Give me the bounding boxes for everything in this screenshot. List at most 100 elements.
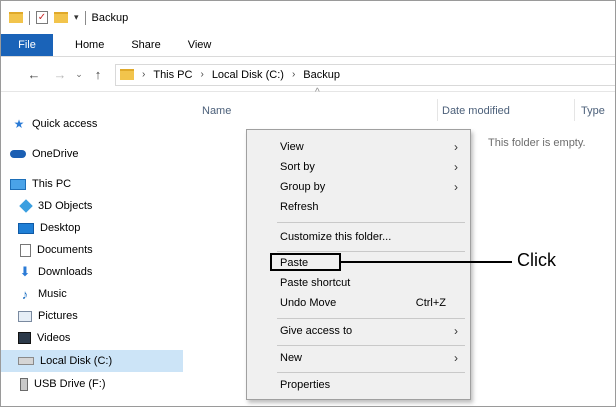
download-icon: ⬇ — [19, 264, 31, 279]
toolbar-divider — [29, 10, 30, 25]
menu-item-new[interactable]: New › — [247, 348, 470, 368]
menu-item-label: Group by — [280, 181, 326, 193]
sidebar-item-label: Quick access — [32, 118, 98, 130]
sidebar-item-label: Desktop — [40, 222, 81, 234]
sidebar-item-local-disk[interactable]: Local Disk (C:) — [1, 350, 183, 372]
menu-item-paste-shortcut[interactable]: Paste shortcut — [247, 273, 470, 293]
column-header-type[interactable]: Type — [581, 105, 605, 117]
sidebar-item-label: Pictures — [38, 310, 78, 322]
tab-view[interactable]: View — [176, 34, 227, 56]
sidebar-item-downloads[interactable]: ⬇ Downloads — [1, 261, 183, 283]
address-folder-icon — [120, 69, 134, 80]
cloud-icon — [10, 150, 26, 158]
breadcrumb-backup[interactable]: Backup — [303, 69, 340, 81]
breadcrumb-chevron-icon[interactable]: › — [142, 69, 145, 80]
new-folder-icon[interactable] — [54, 12, 68, 23]
sidebar-item-label: Local Disk (C:) — [40, 355, 113, 367]
breadcrumb-local-disk[interactable]: Local Disk (C:) — [212, 69, 284, 81]
sidebar-item-label: 3D Objects — [38, 200, 93, 212]
sidebar-item-documents[interactable]: Documents — [1, 239, 183, 261]
window-title: Backup — [91, 11, 129, 24]
sidebar-item-label: Documents — [37, 244, 93, 256]
column-divider[interactable] — [574, 99, 575, 121]
back-arrow-icon[interactable]: ← — [23, 67, 45, 82]
column-divider[interactable] — [437, 99, 438, 121]
sidebar-item-desktop[interactable]: Desktop — [1, 217, 183, 239]
tab-share[interactable]: Share — [119, 34, 175, 56]
folder-icon — [9, 12, 23, 23]
computer-icon — [10, 178, 26, 190]
breadcrumb-chevron-icon[interactable]: › — [200, 69, 203, 80]
menu-item-label: Give access to — [280, 325, 353, 337]
menu-item-view[interactable]: View › — [247, 137, 470, 157]
sidebar-item-label: Music — [38, 288, 67, 300]
menu-item-label: Undo Move — [280, 297, 337, 309]
submenu-arrow-icon: › — [454, 180, 458, 194]
sidebar-item-label: Videos — [37, 332, 71, 344]
paste-highlight-box — [270, 253, 341, 271]
callout-line — [341, 261, 512, 263]
menu-item-label: New — [280, 352, 303, 364]
quick-access-toolbar: ✓ ▾ — [9, 1, 92, 34]
menu-item-customize-folder[interactable]: Customize this folder... — [247, 227, 470, 247]
sidebar-item-videos[interactable]: Videos — [1, 327, 183, 349]
menu-item-undo-move[interactable]: Undo Move Ctrl+Z — [247, 293, 470, 313]
sidebar-item-label: OneDrive — [32, 148, 79, 160]
forward-arrow-icon[interactable]: → — [49, 67, 71, 82]
sidebar-item-this-pc[interactable]: This PC — [1, 173, 183, 195]
submenu-arrow-icon: › — [454, 324, 458, 338]
menu-item-label: Paste shortcut — [280, 277, 351, 289]
menu-item-label: Sort by — [280, 161, 315, 173]
sidebar-item-onedrive[interactable]: OneDrive — [1, 143, 183, 165]
menu-item-label: Customize this folder... — [280, 231, 392, 243]
menu-item-group-by[interactable]: Group by › — [247, 177, 470, 197]
title-bar: ✓ ▾ Backup — [1, 1, 615, 34]
submenu-arrow-icon: › — [454, 140, 458, 154]
navigation-bar: ← → ⌄ ↑ › This PC › Local Disk (C:) › Ba… — [1, 58, 615, 92]
menu-separator — [277, 318, 465, 319]
menu-item-shortcut: Ctrl+Z — [415, 297, 446, 309]
sidebar-item-usb-drive[interactable]: USB Drive (F:) — [1, 373, 183, 395]
videos-icon — [18, 332, 31, 344]
recent-locations-chevron-icon[interactable]: ⌄ — [71, 69, 87, 80]
menu-item-label: Refresh — [280, 201, 319, 213]
menu-item-label: View — [280, 141, 304, 153]
sidebar-item-music[interactable]: ♪ Music — [1, 283, 183, 305]
star-icon: ★ — [13, 117, 25, 131]
cube-icon — [19, 199, 33, 213]
column-header-date-modified[interactable]: Date modified — [442, 105, 510, 117]
up-arrow-icon[interactable]: ↑ — [87, 67, 109, 82]
title-divider — [84, 10, 86, 25]
sidebar-item-label: USB Drive (F:) — [34, 378, 106, 390]
properties-check-icon[interactable]: ✓ — [36, 11, 48, 24]
explorer-window: ✓ ▾ Backup File Home Share View ← → ⌄ ↑ … — [0, 0, 616, 407]
submenu-arrow-icon: › — [454, 351, 458, 365]
document-icon — [20, 243, 31, 257]
menu-item-refresh[interactable]: Refresh — [247, 197, 470, 217]
customize-toolbar-dropdown-icon[interactable]: ▾ — [74, 12, 79, 23]
address-bar[interactable]: › This PC › Local Disk (C:) › Backup — [115, 63, 615, 86]
menu-separator — [277, 372, 465, 373]
callout-label: Click — [517, 250, 556, 270]
tab-file[interactable]: File — [1, 34, 53, 56]
column-header-name[interactable]: Name — [202, 105, 231, 117]
menu-item-sort-by[interactable]: Sort by › — [247, 157, 470, 177]
menu-item-properties[interactable]: Properties — [247, 375, 470, 395]
ribbon-tabs: File Home Share View — [1, 34, 615, 57]
sidebar-item-quick-access[interactable]: ★ Quick access — [1, 113, 183, 135]
empty-folder-message: This folder is empty. — [488, 137, 586, 149]
tab-home[interactable]: Home — [53, 34, 119, 56]
menu-separator — [277, 222, 465, 223]
sidebar-item-pictures[interactable]: Pictures — [1, 305, 183, 327]
breadcrumb-this-pc[interactable]: This PC — [153, 69, 192, 81]
menu-item-give-access[interactable]: Give access to › — [247, 321, 470, 341]
sidebar-item-3d-objects[interactable]: 3D Objects — [1, 195, 183, 217]
submenu-arrow-icon: › — [454, 160, 458, 174]
sort-ascending-icon: ^ — [315, 87, 320, 98]
menu-separator — [277, 251, 465, 252]
music-icon: ♪ — [21, 286, 29, 302]
pictures-icon — [18, 310, 32, 322]
breadcrumb-chevron-icon[interactable]: › — [292, 69, 295, 80]
sidebar-item-label: Downloads — [38, 266, 93, 278]
navigation-pane: ★ Quick access OneDrive This PC 3D Objec… — [1, 93, 183, 406]
